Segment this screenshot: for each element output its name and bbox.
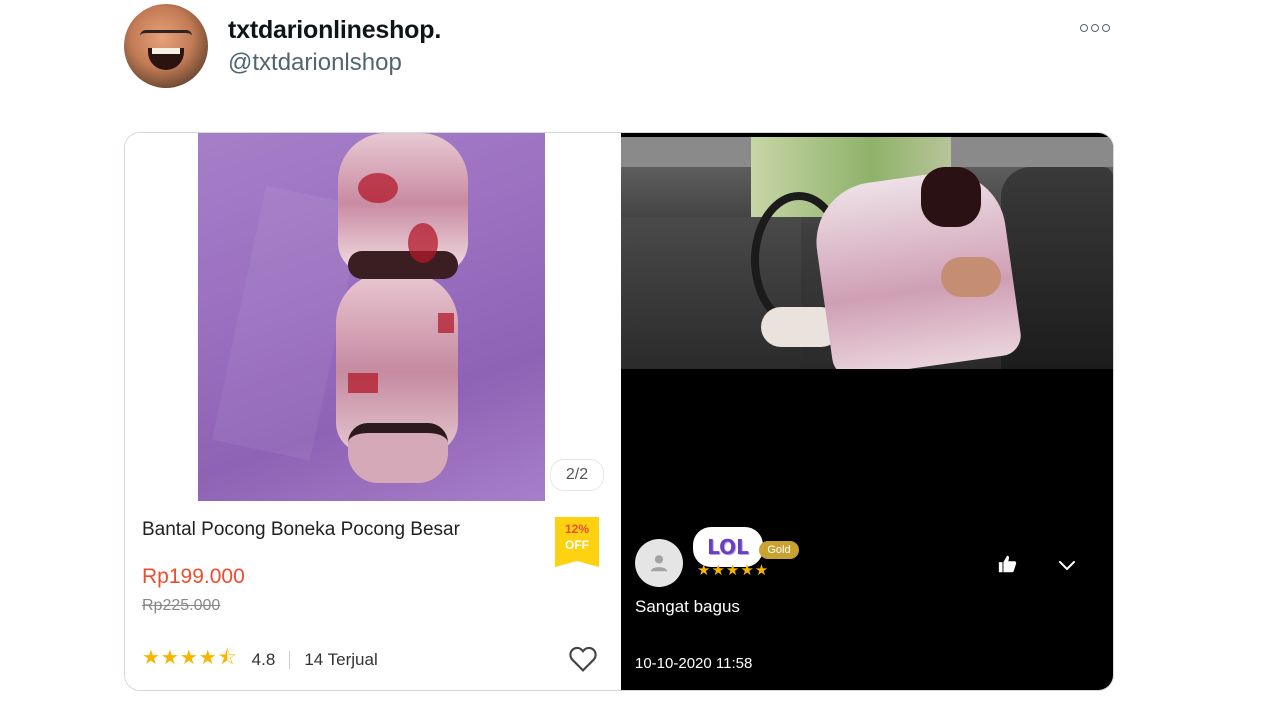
profile-avatar[interactable] [124,4,208,88]
product-price: Rp199.000 [142,565,245,588]
review-stars: ★★★★★ [697,562,770,579]
rating-stars: ★★★★⯪ [142,647,238,669]
chevron-down-icon[interactable] [1055,553,1079,577]
thumbs-up-icon[interactable] [997,553,1019,575]
product-listing-image[interactable]: 2/2 Bantal Pocong Boneka Pocong Besar 12… [125,133,621,690]
discount-badge: 12% OFF [555,517,599,567]
user-icon [650,555,668,572]
gold-badge: Gold [759,541,799,559]
review-image[interactable]: LOL Gold ★★★★★ Sangat bagus 10-10-2020 1… [621,133,1113,690]
more-horizontal-icon[interactable] [1078,18,1112,38]
avatar-glasses [140,30,192,45]
user-handle[interactable]: @txtdarionlshop [228,49,402,77]
discount-percent: 12% [564,522,590,536]
rating-divider [289,651,291,669]
reviewer-avatar[interactable] [635,539,683,587]
product-photo [198,133,545,501]
rating-row: ★★★★⯪ 4.8 14 Terjual [142,647,378,673]
rating-value: 4.8 [251,650,276,669]
avatar-teeth [152,48,180,54]
display-name[interactable]: txtdarionlineshop. [228,16,441,45]
tweet-media[interactable]: 2/2 Bantal Pocong Boneka Pocong Besar 12… [124,132,1114,691]
heart-icon[interactable] [567,643,599,675]
sold-count: 14 Terjual [304,650,378,669]
review-photo [621,137,1113,369]
discount-label: OFF [565,538,589,552]
product-title: Bantal Pocong Boneka Pocong Besar [142,519,460,540]
review-date: 10-10-2020 11:58 [635,655,753,672]
image-counter: 2/2 [550,459,604,491]
pocong-pillow-figure [318,133,488,483]
original-price: Rp225.000 [142,597,221,614]
review-text: Sangat bagus [635,597,740,616]
